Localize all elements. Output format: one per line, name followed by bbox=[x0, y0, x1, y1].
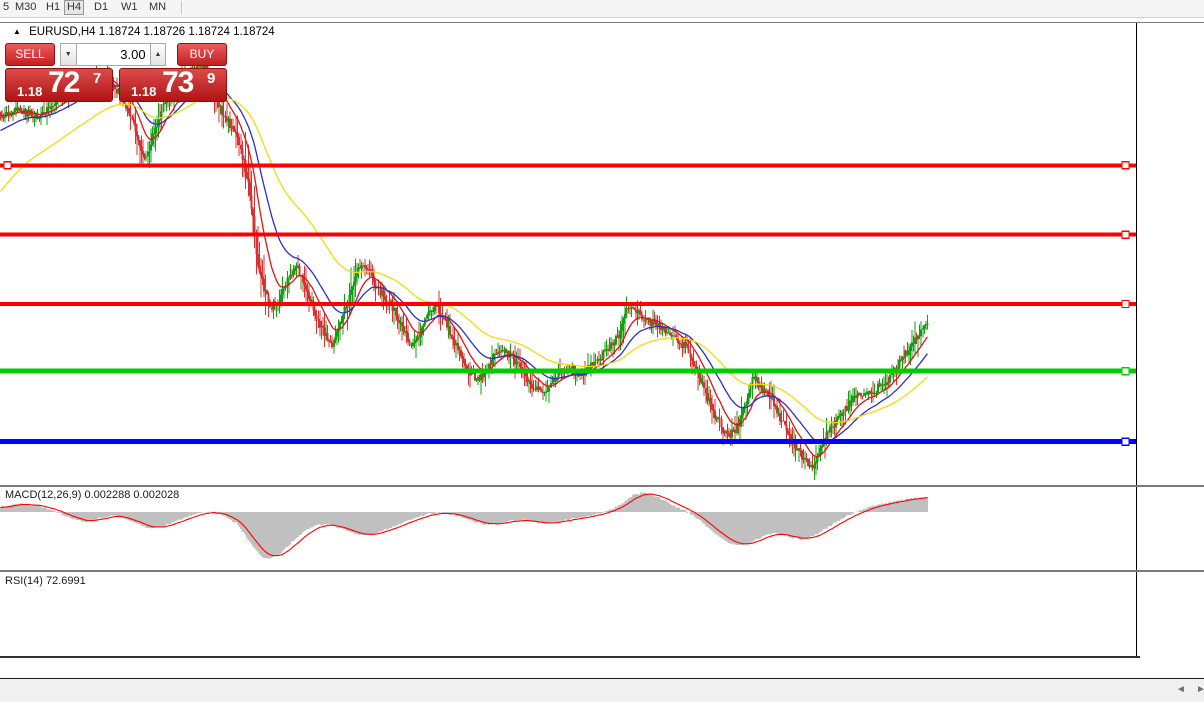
macd-histogram bbox=[0, 492, 929, 559]
mt4-terminal: 5 M30 H1 H4 D1 W1 MN ▲ EURUSD,H4 1.18724 1.187… bbox=[0, 0, 1204, 702]
rsi-value: 72.6991 bbox=[45, 575, 86, 587]
tab-scroll-left-icon[interactable]: ◄ bbox=[1176, 684, 1186, 695]
sell-price-panel[interactable]: 1.18 72 7 bbox=[5, 66, 113, 102]
buy-price-prefix: 1.18 bbox=[131, 84, 157, 99]
chart-ohlc-values: 1.18724 1.18726 1.18724 1.18724 bbox=[98, 26, 275, 38]
one-click-trading-widget: SELL ▼ ▲ BUY 1.18 72 7 1.18 73 9 bbox=[5, 43, 227, 102]
price-axis-border bbox=[1136, 23, 1137, 656]
buy-price-big: 73 bbox=[162, 66, 194, 99]
chart-tab-bar bbox=[0, 679, 1204, 702]
timeframe-toolbar: 5 M30 H1 H4 D1 W1 MN bbox=[0, 0, 1204, 18]
timeframe-button-m30[interactable]: M30 bbox=[13, 1, 38, 14]
timeframe-button-w1[interactable]: W1 bbox=[119, 1, 140, 14]
volume-input[interactable] bbox=[76, 43, 150, 66]
rsi-name: RSI(14) bbox=[5, 575, 43, 587]
timeframe-button-h4[interactable]: H4 bbox=[64, 0, 85, 15]
volume-decrease-button[interactable]: ▼ bbox=[59, 43, 77, 66]
macd-label: MACD(12,26,9) 0.002288 0.002028 bbox=[5, 489, 179, 501]
sell-price-big: 72 bbox=[48, 66, 80, 99]
buy-button[interactable]: BUY bbox=[177, 43, 227, 66]
sell-price-prefix: 1.18 bbox=[17, 84, 43, 99]
tab-scroll-right-icon[interactable]: ► bbox=[1196, 684, 1204, 695]
macd-name: MACD(12,26,9) bbox=[5, 489, 82, 501]
rsi-indicator-canvas[interactable] bbox=[0, 572, 1136, 656]
horizontal-levels-layer bbox=[0, 161, 1136, 446]
chart-bottom-border bbox=[0, 656, 1140, 658]
sell-price-pip: 7 bbox=[93, 70, 102, 87]
timeframe-button-h1[interactable]: H1 bbox=[44, 1, 62, 14]
chart-symbol-period: EURUSD,H4 bbox=[29, 26, 96, 38]
ma-fast-line bbox=[0, 69, 928, 458]
chart-ohlc-header: ▲ EURUSD,H4 1.18724 1.18726 1.18724 1.18… bbox=[13, 26, 275, 38]
timeframe-button-mn[interactable]: MN bbox=[147, 1, 168, 14]
sell-button[interactable]: SELL bbox=[5, 43, 55, 66]
timeframe-button-d1[interactable]: D1 bbox=[92, 1, 110, 14]
spin-down-icon: ▼ bbox=[64, 51, 72, 58]
buy-price-panel[interactable]: 1.18 73 9 bbox=[119, 66, 227, 102]
ma-mid-line bbox=[0, 80, 928, 444]
buy-price-pip: 9 bbox=[207, 70, 216, 87]
timeframe-button-5[interactable]: 5 bbox=[1, 1, 11, 14]
toolbar-separator bbox=[181, 1, 183, 14]
rsi-label: RSI(14) 72.6991 bbox=[5, 575, 86, 587]
one-click-collapse-icon[interactable]: ▲ bbox=[13, 27, 21, 36]
macd-values: 0.002288 0.002028 bbox=[84, 489, 180, 501]
spin-up-icon: ▲ bbox=[154, 51, 162, 58]
volume-increase-button[interactable]: ▲ bbox=[149, 43, 167, 66]
